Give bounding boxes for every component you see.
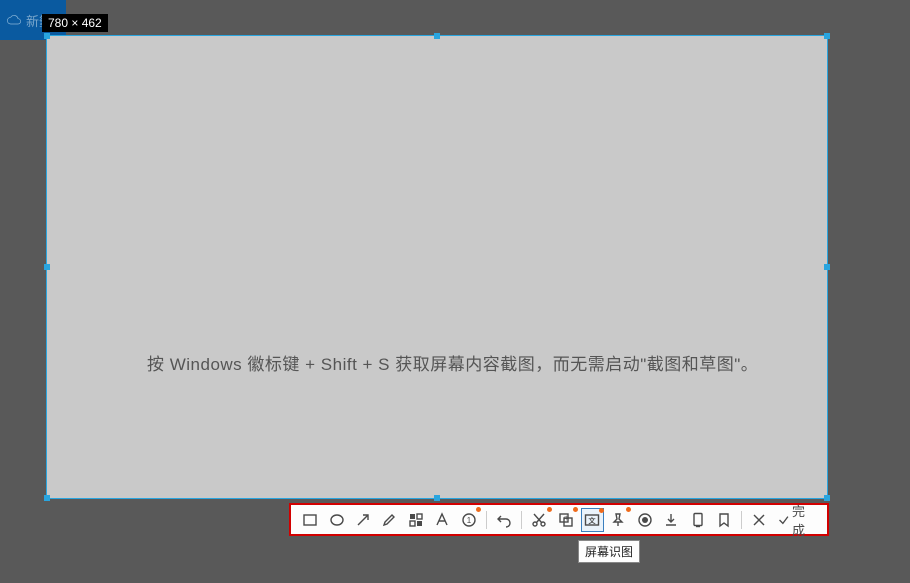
rectangle-tool-button[interactable] xyxy=(299,508,322,532)
number-tool-button[interactable]: 1 xyxy=(457,508,480,532)
done-button[interactable]: 完成 xyxy=(773,501,821,539)
record-icon xyxy=(637,512,653,528)
resize-handle-top-mid[interactable] xyxy=(434,33,440,39)
bookmark-icon xyxy=(716,512,732,528)
ellipse-tool-button[interactable] xyxy=(325,508,348,532)
pencil-tool-button[interactable] xyxy=(378,508,401,532)
resize-handle-top-left[interactable] xyxy=(44,33,50,39)
undo-icon xyxy=(496,512,512,528)
svg-text:文: 文 xyxy=(589,516,597,525)
cloud-icon xyxy=(6,12,22,28)
resize-handle-bottom-right[interactable] xyxy=(824,495,830,501)
screen-recognize-button[interactable]: 文 xyxy=(581,508,604,532)
cancel-button[interactable] xyxy=(748,508,771,532)
number-icon: 1 xyxy=(461,512,477,528)
hint-text: 按 Windows 徽标键 + Shift + S 获取屏幕内容截图，而无需启动… xyxy=(147,350,827,375)
tooltip: 屏幕识图 xyxy=(578,540,640,563)
text-icon xyxy=(434,512,450,528)
copy-button[interactable] xyxy=(686,508,709,532)
rectangle-icon xyxy=(302,512,318,528)
arrow-icon xyxy=(355,512,371,528)
new-badge-dot xyxy=(476,507,481,512)
record-button[interactable] xyxy=(633,508,656,532)
new-badge-dot xyxy=(626,507,631,512)
cut-icon xyxy=(531,512,547,528)
svg-text:中: 中 xyxy=(564,515,569,522)
pin-button[interactable] xyxy=(607,508,630,532)
toolbar-separator xyxy=(741,511,742,529)
pencil-icon xyxy=(381,512,397,528)
new-badge-dot xyxy=(547,507,552,512)
done-label: 完成 xyxy=(792,501,817,539)
download-icon xyxy=(663,512,679,528)
resize-handle-bottom-mid[interactable] xyxy=(434,495,440,501)
svg-text:1: 1 xyxy=(466,516,471,525)
arrow-tool-button[interactable] xyxy=(351,508,374,532)
ellipse-icon xyxy=(329,512,345,528)
close-icon xyxy=(751,512,767,528)
mosaic-tool-button[interactable] xyxy=(404,508,427,532)
download-button[interactable] xyxy=(660,508,683,532)
bookmark-button[interactable] xyxy=(713,508,736,532)
translate-icon: 中 xyxy=(558,512,574,528)
resize-handle-top-right[interactable] xyxy=(824,33,830,39)
resize-handle-mid-left[interactable] xyxy=(44,264,50,270)
copy-icon xyxy=(690,512,706,528)
new-badge-dot xyxy=(573,507,578,512)
translate-button[interactable]: 中 xyxy=(554,508,577,532)
selection-rectangle[interactable]: 按 Windows 徽标键 + Shift + S 获取屏幕内容截图，而无需启动… xyxy=(46,35,828,499)
pin-icon xyxy=(610,512,626,528)
resize-handle-bottom-left[interactable] xyxy=(44,495,50,501)
toolbar-separator xyxy=(521,511,522,529)
resize-handle-mid-right[interactable] xyxy=(824,264,830,270)
screenshot-toolbar: 1 中 文 完成 xyxy=(289,503,829,536)
check-icon xyxy=(777,513,790,527)
undo-button[interactable] xyxy=(492,508,515,532)
toolbar-separator xyxy=(486,511,487,529)
text-tool-button[interactable] xyxy=(431,508,454,532)
mosaic-icon xyxy=(408,512,424,528)
titlebar: 新籤 xyxy=(0,0,910,40)
screen-recognize-icon: 文 xyxy=(584,512,600,528)
selection-dimensions-badge: 780 × 462 xyxy=(42,14,108,32)
new-badge-dot xyxy=(599,508,604,513)
cut-button[interactable] xyxy=(528,508,551,532)
